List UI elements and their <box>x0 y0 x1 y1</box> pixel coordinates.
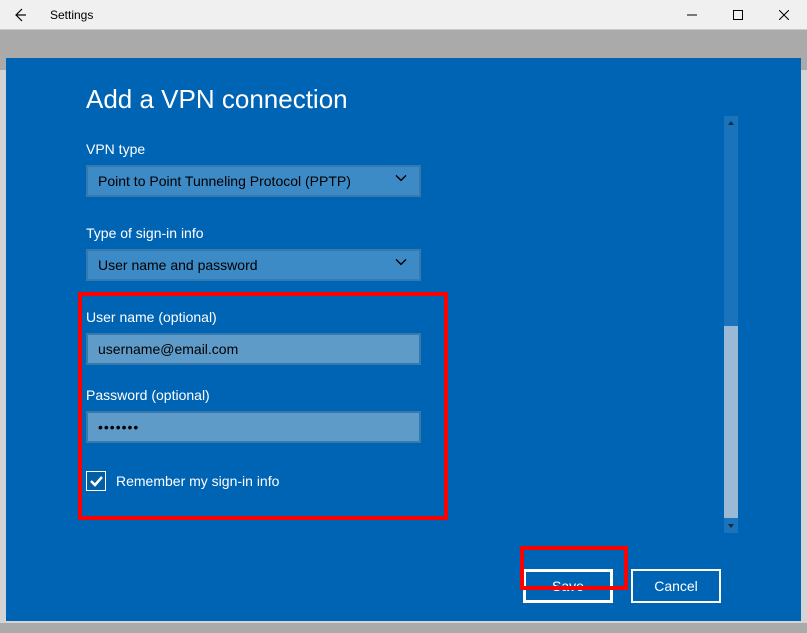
signin-type-select[interactable]: User name and password <box>86 249 421 281</box>
vpn-type-value: Point to Point Tunneling Protocol (PPTP) <box>98 173 351 189</box>
vpn-dialog: Add a VPN connection VPN type Point to P… <box>6 58 801 621</box>
chevron-down-icon <box>395 255 407 271</box>
window-title: Settings <box>50 8 669 22</box>
scroll-up-icon[interactable] <box>724 116 738 130</box>
minimize-button[interactable] <box>669 0 715 30</box>
scroll-down-icon[interactable] <box>724 519 738 533</box>
scrollbar[interactable] <box>724 116 738 533</box>
background-strip-bottom <box>0 623 807 633</box>
password-label: Password (optional) <box>86 387 431 403</box>
back-button[interactable] <box>0 0 40 30</box>
password-input[interactable]: ••••••• <box>86 411 421 443</box>
username-field[interactable] <box>98 341 409 357</box>
save-button[interactable]: Save <box>523 569 613 603</box>
remember-checkbox[interactable] <box>86 471 106 491</box>
signin-type-value: User name and password <box>98 257 258 273</box>
chevron-down-icon <box>395 171 407 187</box>
username-input[interactable] <box>86 333 421 365</box>
signin-type-label: Type of sign-in info <box>86 225 431 241</box>
vpn-type-label: VPN type <box>86 141 431 157</box>
close-button[interactable] <box>761 0 807 30</box>
password-field[interactable]: ••••••• <box>98 419 139 435</box>
remember-label: Remember my sign-in info <box>116 473 279 489</box>
maximize-button[interactable] <box>715 0 761 30</box>
titlebar: Settings <box>0 0 807 30</box>
check-icon <box>89 474 103 488</box>
scroll-thumb[interactable] <box>724 326 738 518</box>
dialog-title: Add a VPN connection <box>86 84 721 115</box>
cancel-button[interactable]: Cancel <box>631 569 721 603</box>
vpn-type-select[interactable]: Point to Point Tunneling Protocol (PPTP) <box>86 165 421 197</box>
username-label: User name (optional) <box>86 309 431 325</box>
